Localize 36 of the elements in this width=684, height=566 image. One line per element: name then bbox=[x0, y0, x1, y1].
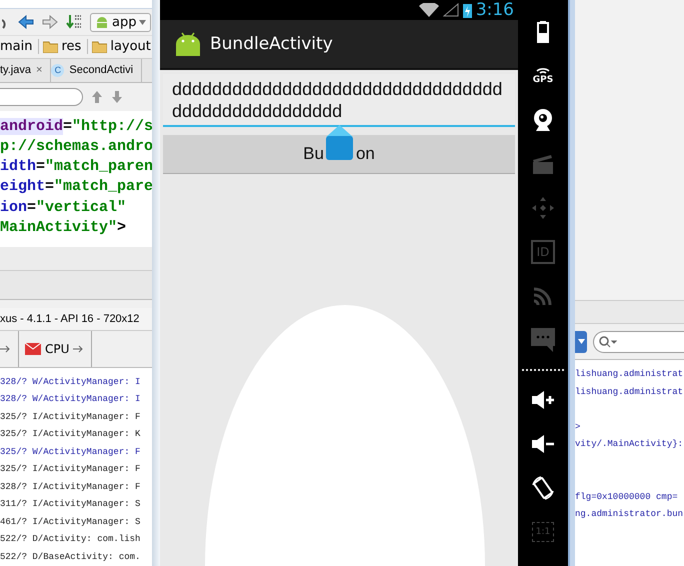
code-line: android="http://s bbox=[0, 116, 152, 137]
action-button[interactable]: Bu on bbox=[163, 135, 515, 174]
log-line: 461/? I/ActivityManager: S bbox=[0, 516, 142, 528]
log-line: 325/? I/ActivityManager: K bbox=[0, 428, 142, 441]
log-line: 328/? I/ActivityManager: F bbox=[0, 480, 142, 494]
code-line: MainActivity"> bbox=[0, 218, 128, 238]
breadcrumb-item[interactable]: layout bbox=[110, 39, 151, 54]
close-icon[interactable]: × bbox=[36, 64, 42, 76]
breadcrumb-item[interactable]: res bbox=[61, 39, 82, 54]
run-config-dropdown[interactable]: app bbox=[90, 12, 152, 32]
log-line: vity/.MainActivity}: bbox=[575, 439, 684, 449]
log-line: 325/? I/ActivityManager: F bbox=[0, 463, 142, 476]
log-line: 325/? I/ActivityManager: F bbox=[0, 410, 142, 424]
code-line: ion="vertical" bbox=[0, 198, 128, 218]
log-line: lishuang.administrat bbox=[575, 386, 684, 396]
breadcrumb-item[interactable]: main bbox=[0, 39, 32, 54]
log-line: 522/? D/Activity: com.lish bbox=[0, 533, 142, 546]
log-line: 325/? W/ActivityManager: F bbox=[0, 446, 142, 458]
tool-tab[interactable]: CPU bbox=[19, 331, 92, 366]
class-badge: C bbox=[51, 64, 64, 77]
app-title: BundleActivity bbox=[210, 34, 333, 54]
log-line: lishuang.administrat bbox=[575, 369, 684, 379]
status-time: 3:16 bbox=[476, 0, 514, 20]
log-line: 328/? W/ActivityManager: I bbox=[0, 376, 142, 388]
editor-tab[interactable]: C SecondActivi bbox=[51, 58, 142, 82]
code-line: p://schemas.andro bbox=[0, 136, 152, 157]
log-line: flg=0x10000000 cmp= bbox=[575, 492, 678, 502]
code-line: eight="match_pare bbox=[0, 177, 152, 198]
log-line: > bbox=[575, 422, 580, 432]
editor-tab[interactable]: ty.java × bbox=[0, 58, 52, 82]
code-line: idth="match_paren bbox=[0, 157, 152, 178]
panel-title: xus - 4.1.1 - API 16 - 720x12 bbox=[0, 308, 152, 332]
log-line: 311/? I/ActivityManager: S bbox=[0, 498, 142, 511]
log-line: ng.administrator.bun bbox=[575, 509, 684, 519]
log-line: 522/? D/BaseActivity: com. bbox=[0, 550, 142, 564]
log-line: 328/? W/ActivityManager: I bbox=[0, 393, 142, 406]
